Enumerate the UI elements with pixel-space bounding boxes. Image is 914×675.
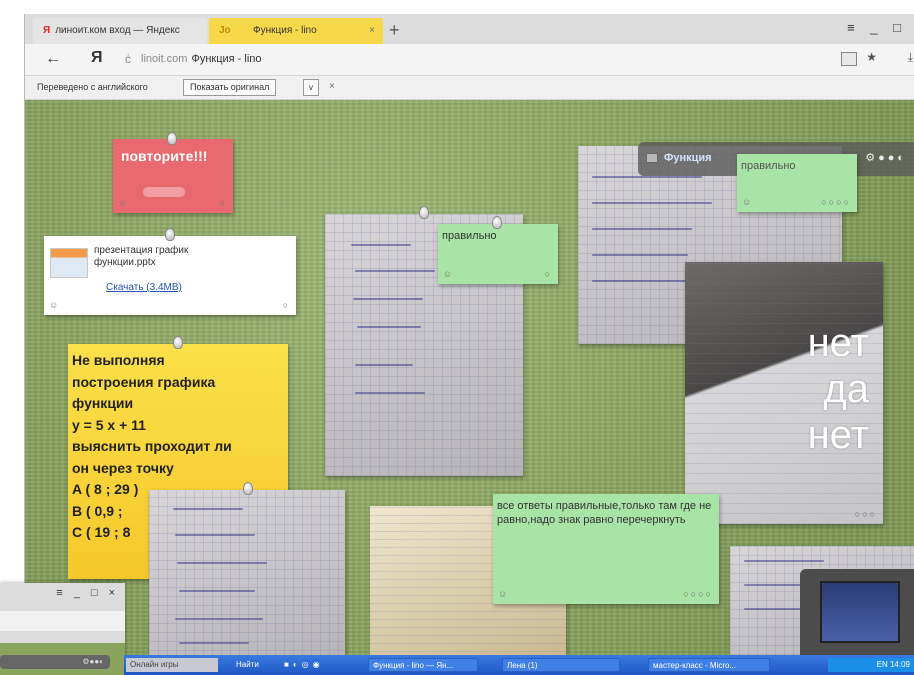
pin-icon: [167, 132, 177, 145]
photo-notebook-bottom-left[interactable]: [149, 490, 345, 655]
blurred-name: [143, 187, 185, 197]
handwriting: [355, 364, 413, 366]
translate-text: Переведено с английского: [37, 82, 148, 92]
url-title: Функция - lino: [191, 53, 262, 65]
lino-icon: Jo: [219, 25, 231, 36]
system-tray: EN 14:09: [828, 658, 914, 672]
tab-yandex[interactable]: Ялиноит.ком вход — Яндекс: [33, 18, 207, 44]
taskbar: Онлайн игры Найти ■◐◎◉ Функция - lino — …: [124, 655, 914, 675]
window-controls[interactable]: ≡ _ □ ×: [56, 587, 119, 599]
close-translate-icon[interactable]: ×: [329, 81, 335, 92]
pin-icon: [243, 482, 253, 495]
url-domain: linoit.com: [141, 53, 188, 65]
overview-thumbnail[interactable]: [800, 569, 914, 655]
pin-icon: [165, 228, 175, 241]
handwriting: [353, 298, 423, 300]
smile-icon: ☺: [49, 300, 59, 310]
smile-icon: ☺: [498, 589, 508, 599]
overlay-line: нет: [807, 321, 869, 365]
handwriting: [592, 254, 688, 256]
translate-dropdown[interactable]: v: [303, 79, 319, 96]
pin-icon: [419, 206, 429, 219]
handwriting: [355, 392, 425, 394]
pin-icon: [492, 216, 502, 229]
handwriting: [179, 642, 249, 644]
pptx-file-icon: [50, 248, 88, 278]
smile-icon: ☺: [118, 198, 128, 208]
translate-bar: Переведено с английского Показать оригин…: [25, 76, 914, 100]
note-menu-icon[interactable]: ○○○○: [683, 589, 713, 599]
taskbar-item-browser[interactable]: Функция - lino — Ян...: [368, 658, 478, 672]
new-tab-button[interactable]: +: [389, 18, 400, 42]
file-name: презентация график функции.pptx: [94, 245, 189, 268]
thumbnail-preview: [820, 581, 900, 643]
overlay-line: нет: [807, 413, 869, 457]
find-button[interactable]: Найти: [232, 658, 263, 672]
note-menu-icon[interactable]: ○: [220, 198, 227, 208]
url-field[interactable]: linoit.com Функция - lino: [141, 53, 262, 65]
photo-yes-no[interactable]: нет да нет ○○○: [685, 262, 883, 524]
handwriting: [592, 228, 692, 230]
note-text: правильно: [741, 160, 796, 172]
pin-icon: [173, 336, 183, 349]
handwriting: [355, 270, 435, 272]
tab-bar: Ялиноит.ком вход — Яндекс Jo Функция - li…: [25, 14, 914, 44]
tab-label: линоит.ком вход — Яндекс: [55, 25, 180, 36]
handwriting: [175, 618, 263, 620]
reload-icon[interactable]: ċ: [125, 52, 131, 66]
folder-icon: [646, 153, 658, 163]
yes-no-overlay: нет да нет: [808, 320, 869, 458]
games-field[interactable]: Онлайн игры: [126, 658, 218, 672]
note-green-center[interactable]: правильно ☺ ○: [438, 224, 558, 284]
note-menu-icon[interactable]: ○○○○: [821, 197, 851, 207]
yandex-button-icon[interactable]: Я: [91, 49, 103, 67]
lino-board: повторите!!! ☺ ○ презентация график функ…: [25, 100, 914, 655]
handwriting: [173, 508, 243, 510]
handwriting: [744, 560, 824, 562]
tab-lino[interactable]: Jo Функция - lino ×: [209, 18, 383, 44]
handwriting: [177, 562, 267, 564]
note-green-topright[interactable]: правильно ☺ ○○○○: [737, 154, 857, 212]
mini-panel: ⚙●●◐: [0, 655, 110, 669]
overlay-line: да: [823, 367, 869, 411]
smile-icon: ☺: [742, 197, 752, 207]
browser-window: Ялиноит.ком вход — Яндекс Jo Функция - li…: [24, 14, 914, 664]
window-controls[interactable]: ≡ _ □: [847, 20, 907, 35]
handwriting: [175, 534, 255, 536]
note-menu-icon[interactable]: ○○○: [855, 509, 877, 519]
taskbar-item-chat[interactable]: Лена (1): [502, 658, 620, 672]
back-arrow-icon[interactable]: ←: [45, 50, 61, 68]
note-text: повторите!!!: [121, 148, 208, 164]
taskbar-item-document[interactable]: мастер-класс - Micro...: [648, 658, 770, 672]
note-green-bottom[interactable]: все ответы правильные,только там где не …: [493, 494, 719, 604]
desktop-screen: Ялиноит.ком вход — Яндекс Jo Функция - li…: [0, 0, 914, 675]
show-original-button[interactable]: Показать оригинал: [183, 79, 277, 96]
bookmarks-icon[interactable]: [841, 52, 857, 66]
tab-label: Функция - lino: [253, 25, 317, 36]
quick-launch-icons[interactable]: ■◐◎◉: [280, 658, 328, 672]
download-icon[interactable]: ⤓: [908, 50, 913, 65]
yandex-logo-icon: Я: [43, 25, 51, 36]
handwriting: [179, 590, 255, 592]
mini-address-bar: [0, 611, 125, 631]
note-text: все ответы правильные,только там где не …: [497, 500, 712, 526]
handwriting: [744, 584, 804, 586]
address-bar: ← Я ċ linoit.com Функция - lino ★ ⤓: [25, 44, 914, 76]
smile-icon: ☺: [443, 269, 453, 279]
star-icon[interactable]: ★: [866, 50, 877, 64]
background-browser-window[interactable]: ≡ _ □ × ⚙●●◐: [0, 583, 125, 675]
handwriting: [592, 202, 712, 204]
canvas-title[interactable]: Функция: [664, 152, 712, 164]
note-text: правильно: [442, 230, 497, 242]
note-red[interactable]: повторите!!! ☺ ○: [113, 139, 233, 213]
note-file[interactable]: презентация график функции.pptx Скачать …: [44, 236, 296, 315]
close-tab-icon[interactable]: ×: [369, 18, 375, 44]
panel-controls[interactable]: ⚙●●◐: [865, 151, 907, 164]
handwriting: [351, 244, 411, 246]
download-link[interactable]: Скачать (3.4MB): [106, 282, 182, 293]
note-menu-icon[interactable]: ○: [283, 300, 290, 310]
handwriting: [357, 326, 421, 328]
note-menu-icon[interactable]: ○: [545, 269, 552, 279]
handwriting: [592, 176, 702, 178]
